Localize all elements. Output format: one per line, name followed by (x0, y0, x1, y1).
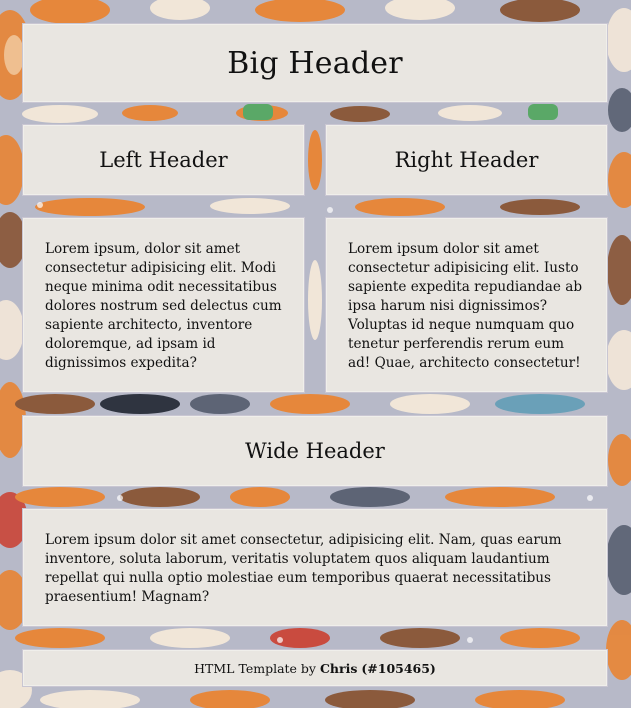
footer-author: Chris (319, 660, 358, 676)
left-paragraph-panel: Lorem ipsum, dolor sit amet consectetur … (22, 217, 305, 393)
wide-paragraph-text: Lorem ipsum dolor sit amet consectetur, … (45, 532, 562, 605)
wide-paragraph-panel: Lorem ipsum dolor sit amet consectetur, … (22, 508, 608, 627)
right-header-title: Right Header (394, 148, 539, 172)
left-paragraph-text: Lorem ipsum, dolor sit amet consectetur … (45, 241, 282, 371)
right-paragraph-text: Lorem ipsum dolor sit amet consectetur a… (348, 241, 583, 371)
left-header-title: Left Header (99, 148, 228, 172)
left-header-panel: Left Header (22, 124, 305, 196)
footer-panel: HTML Template by Chris (#105465) (22, 649, 608, 687)
footer-id: (#105465) (361, 660, 436, 676)
wide-header-panel: Wide Header (22, 415, 608, 487)
right-paragraph-panel: Lorem ipsum dolor sit amet consectetur a… (325, 217, 608, 393)
wide-header-title: Wide Header (245, 439, 385, 463)
right-header-panel: Right Header (325, 124, 608, 196)
footer-text: HTML Template by Chris (#105465) (194, 661, 436, 676)
footer-prefix: HTML Template by (194, 660, 320, 676)
big-header-title: Big Header (227, 45, 403, 81)
big-header-panel: Big Header (22, 23, 608, 103)
